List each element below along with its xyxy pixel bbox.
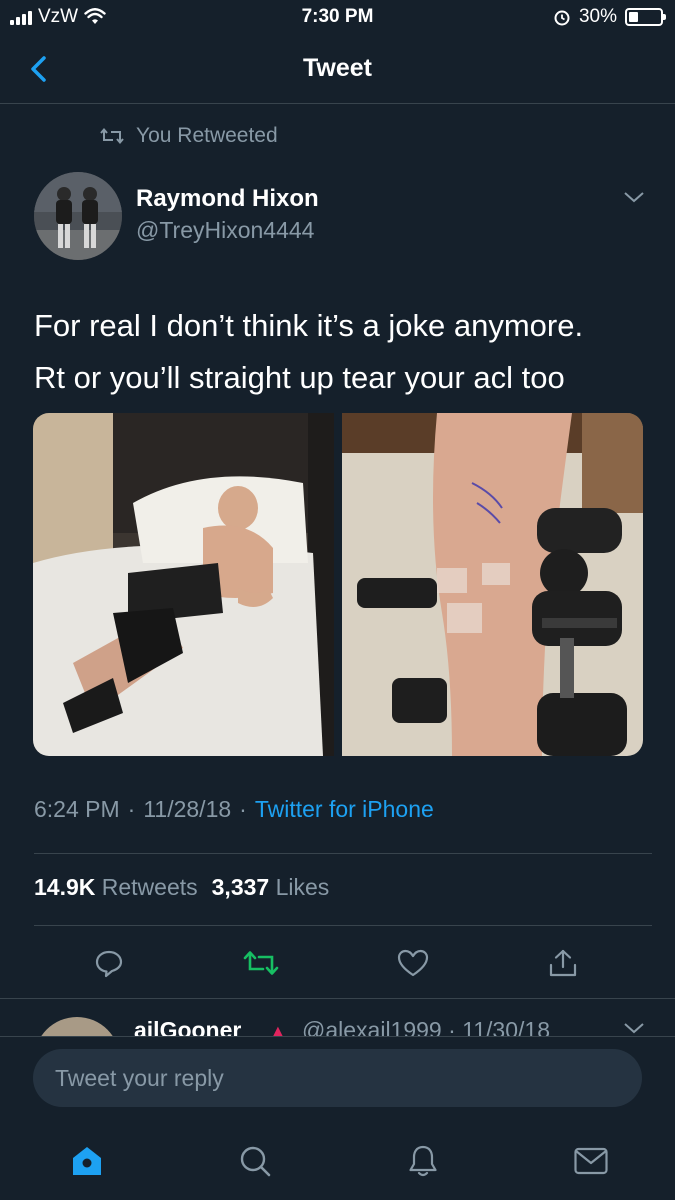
reply-item[interactable]: ailGooner ▲ @alexail1999 · 11/30/18 [0,998,675,1036]
retweets-stat[interactable]: 14.9K Retweets [34,874,198,901]
tweet-media [33,413,643,756]
home-icon [73,1147,101,1175]
retweet-small-icon [100,127,124,145]
search-icon [240,1146,271,1177]
reply-icon [95,950,123,978]
media-photo-bed[interactable] [33,413,334,756]
retweet-context-label: You Retweeted [136,124,278,147]
tweet-time: 6:24 PM [34,796,120,822]
messages-icon [574,1147,608,1175]
share-icon [549,949,577,977]
like-label: Likes [275,874,330,900]
share-button[interactable] [538,938,588,988]
compose-bar [0,1036,675,1122]
tweet-date: 11/28/18 [143,796,232,822]
tweet-text: For real I don’t think it’s a joke anymo… [34,300,644,404]
divider [34,925,652,926]
retweet-label: Retweets [101,874,198,900]
author-handle[interactable]: @TreyHixon4444 [136,217,314,244]
author-name[interactable]: Raymond Hixon [136,185,319,213]
tab-messages[interactable] [566,1136,616,1186]
like-count: 3,337 [211,874,270,900]
retweet-icon [243,951,279,975]
flag-emoji-icon: ▲ [270,1023,286,1036]
retweet-context[interactable]: You Retweeted [100,124,278,148]
media-photo-knee[interactable] [342,413,643,756]
tweet-actions [0,938,675,988]
meta-separator: · [239,796,247,822]
chevron-down-icon[interactable] [623,1021,645,1035]
notifications-icon [409,1145,437,1177]
tweet-stats: 14.9K Retweets 3,337 Likes [34,874,329,901]
nav-bar: Tweet [0,38,675,104]
reply-author-name[interactable]: ailGooner [134,1017,241,1036]
alarm-icon [554,10,570,26]
tab-bar [0,1122,675,1200]
tweet-meta: 6:24 PM · 11/28/18 · Twitter for iPhone [34,796,434,823]
chevron-down-icon[interactable] [623,190,645,204]
tab-notifications[interactable] [398,1136,448,1186]
tab-home[interactable] [62,1136,112,1186]
reply-avatar[interactable] [34,1017,120,1036]
divider [34,853,652,854]
status-right: 30% [553,6,666,28]
meta-separator: · [127,796,136,822]
retweet-button[interactable] [236,938,286,988]
tweet-source-link[interactable]: Twitter for iPhone [255,796,434,823]
retweet-count: 14.9K [34,874,96,900]
reply-input[interactable] [33,1049,642,1107]
likes-stat[interactable]: 3,337 Likes [212,874,330,901]
page-title: Tweet [303,54,372,82]
status-bar: VzW 7:30 PM 30% [0,0,675,38]
tweet-text-line: For real I don’t think it’s a joke anymo… [34,308,584,343]
tab-search[interactable] [230,1136,280,1186]
battery-percent: 30% [578,6,617,27]
battery-icon [625,8,666,26]
tweet-text-line: Rt or you’ll straight up tear your acl t… [34,360,565,395]
reply-button[interactable] [84,938,134,988]
like-button[interactable] [388,938,438,988]
like-icon [397,949,429,977]
reply-author-handle[interactable]: @alexail1999 · 11/30/18 [302,1017,550,1036]
author-avatar[interactable] [34,172,122,260]
